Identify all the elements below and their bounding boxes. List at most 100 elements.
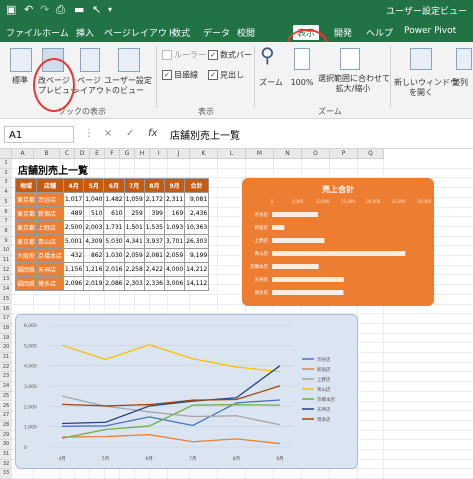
table-cell[interactable]: 2,016 (103, 262, 125, 277)
pointer-icon[interactable]: ↖ (92, 3, 101, 16)
table-cell[interactable]: 2,422 (143, 262, 165, 277)
series-line[interactable] (61, 385, 281, 407)
table-cell[interactable]: 上野店 (36, 220, 65, 235)
row-header[interactable]: 26 (0, 401, 12, 412)
function-icon[interactable]: fx (148, 128, 157, 139)
table-cell[interactable]: 610 (103, 206, 125, 221)
tab-data[interactable]: データ (203, 26, 230, 39)
table-cell[interactable]: 2,059 (163, 248, 186, 263)
column-header[interactable]: K (190, 149, 218, 159)
row-header[interactable]: 17 (0, 314, 12, 324)
table-cell[interactable]: 1,030 (103, 248, 125, 263)
column-header[interactable]: F (105, 149, 120, 159)
table-cell[interactable]: 2,303 (123, 276, 145, 291)
bar-chart[interactable]: 売上合計 0 5,000 10,000 15,000 20,000 25,000 30,000… (242, 178, 434, 306)
table-cell[interactable]: 新宿店 (36, 206, 65, 221)
table-cell[interactable]: 26,303 (184, 234, 210, 249)
table-header-cell[interactable]: 9月 (163, 178, 186, 193)
tab-home[interactable]: ホーム (42, 26, 69, 39)
tab-file[interactable]: ファイル (6, 26, 42, 39)
row-header[interactable]: 30 (0, 440, 12, 450)
arrange-button[interactable]: 整列 (452, 78, 468, 88)
table-cell[interactable]: 1,059 (123, 192, 145, 207)
sheet-title[interactable]: 店舗別売上一覧 (18, 162, 88, 177)
table-cell[interactable]: 4,341 (123, 234, 145, 249)
bar-mark[interactable] (272, 290, 344, 295)
column-header[interactable]: I (150, 149, 168, 159)
table-cell[interactable]: 169 (163, 206, 186, 221)
table-cell[interactable]: 東京都 (14, 206, 38, 221)
column-header[interactable]: P (330, 149, 358, 159)
table-header-cell[interactable]: 合計 (184, 178, 210, 193)
column-header[interactable]: E (90, 149, 105, 159)
tab-page-layout[interactable]: ページレイアウト (104, 26, 176, 39)
table-cell[interactable]: 14,212 (184, 262, 210, 277)
column-header[interactable]: C (60, 149, 75, 159)
table-header-cell[interactable]: 5月 (83, 178, 105, 193)
table-cell[interactable]: 4,309 (83, 234, 105, 249)
row-header[interactable]: 24 (0, 382, 12, 392)
cancel-icon[interactable]: × (104, 128, 112, 139)
column-header[interactable]: B (34, 149, 60, 159)
row-header[interactable]: 3 (0, 178, 12, 189)
table-cell[interactable]: 東京都 (14, 192, 38, 207)
row-header[interactable]: 18 (0, 323, 12, 334)
table-header-cell[interactable]: 7月 (123, 178, 145, 193)
table-cell[interactable]: 9,081 (184, 192, 210, 207)
row-header[interactable]: 29 (0, 430, 12, 441)
row-header[interactable]: 12 (0, 265, 12, 276)
arrange-icon[interactable] (456, 48, 472, 70)
table-cell[interactable]: 青山店 (36, 234, 65, 249)
row-header[interactable]: 27 (0, 411, 12, 421)
table-cell[interactable]: 1,482 (103, 192, 125, 207)
row-header[interactable]: 14 (0, 285, 12, 295)
row-header[interactable]: 7 (0, 217, 12, 227)
table-cell[interactable]: 259 (123, 206, 145, 221)
zoom-button[interactable]: ズーム (258, 78, 284, 88)
tab-developer[interactable]: 開発 (334, 26, 352, 39)
row-header[interactable]: 1 (0, 159, 12, 169)
table-cell[interactable]: 2,096 (63, 276, 85, 291)
table-cell[interactable]: 大阪府 (14, 248, 38, 263)
table-cell[interactable]: 2,003 (83, 220, 105, 235)
worksheet-grid[interactable]: A B C D E F G H I J K L M N O P Q 1 2 3 4 5 6 7 8 9 10 11 12 13 14 15 16… (0, 149, 473, 479)
table-cell[interactable]: 1,156 (63, 262, 85, 277)
gridlines-checkbox[interactable]: ✓ 目盛線 (162, 70, 198, 81)
table-cell[interactable]: 399 (143, 206, 165, 221)
folder-icon[interactable]: ▬ (74, 3, 84, 16)
undo-icon[interactable]: ↶ (24, 3, 33, 16)
table-header-cell[interactable]: 地域 (14, 178, 38, 193)
table-cell[interactable]: 10,363 (184, 220, 210, 235)
table-cell[interactable]: 2,258 (123, 262, 145, 277)
name-box[interactable]: A1 (4, 126, 74, 143)
row-header[interactable]: 19 (0, 333, 12, 344)
line-chart[interactable]: 0 1,000 2,000 3,000 4,000 5,000 6,000 4月 5月 6月 7月 8… (15, 314, 358, 469)
zoom-to-selection-button[interactable]: 選択範囲に合わせて 拡大/縮小 (318, 74, 390, 94)
series-line[interactable] (61, 395, 281, 426)
table-cell[interactable]: 1,216 (83, 262, 105, 277)
row-header[interactable]: 4 (0, 188, 12, 198)
row-header[interactable]: 8 (0, 226, 12, 237)
table-cell[interactable]: 510 (83, 206, 105, 221)
customize-qat-icon[interactable]: ▾ (108, 5, 112, 14)
print-preview-icon[interactable]: ⎙ (56, 3, 65, 17)
row-header[interactable]: 16 (0, 304, 12, 315)
zoom-selection-icon[interactable] (340, 48, 360, 70)
column-header[interactable]: N (274, 149, 302, 159)
table-cell[interactable]: 1,535 (143, 220, 165, 235)
column-header[interactable]: Q (358, 149, 384, 159)
table-cell[interactable]: 1,017 (63, 192, 85, 207)
table-cell[interactable]: 1,093 (163, 220, 186, 235)
tab-power-pivot[interactable]: Power Pivot (404, 26, 456, 36)
column-header[interactable]: A (12, 149, 34, 159)
series-line[interactable] (61, 365, 281, 425)
zoom-100-icon[interactable] (294, 48, 310, 70)
normal-view-icon[interactable] (10, 48, 32, 72)
headings-checkbox[interactable]: ✓ 見出し (208, 70, 244, 81)
row-header[interactable]: 13 (0, 275, 12, 286)
tab-review[interactable]: 校閲 (237, 26, 255, 39)
column-header[interactable]: J (168, 149, 190, 159)
table-cell[interactable]: 1,040 (83, 192, 105, 207)
custom-view-button[interactable]: ユーザー設定 のビュー (104, 76, 152, 96)
table-cell[interactable]: 14,112 (184, 276, 210, 291)
